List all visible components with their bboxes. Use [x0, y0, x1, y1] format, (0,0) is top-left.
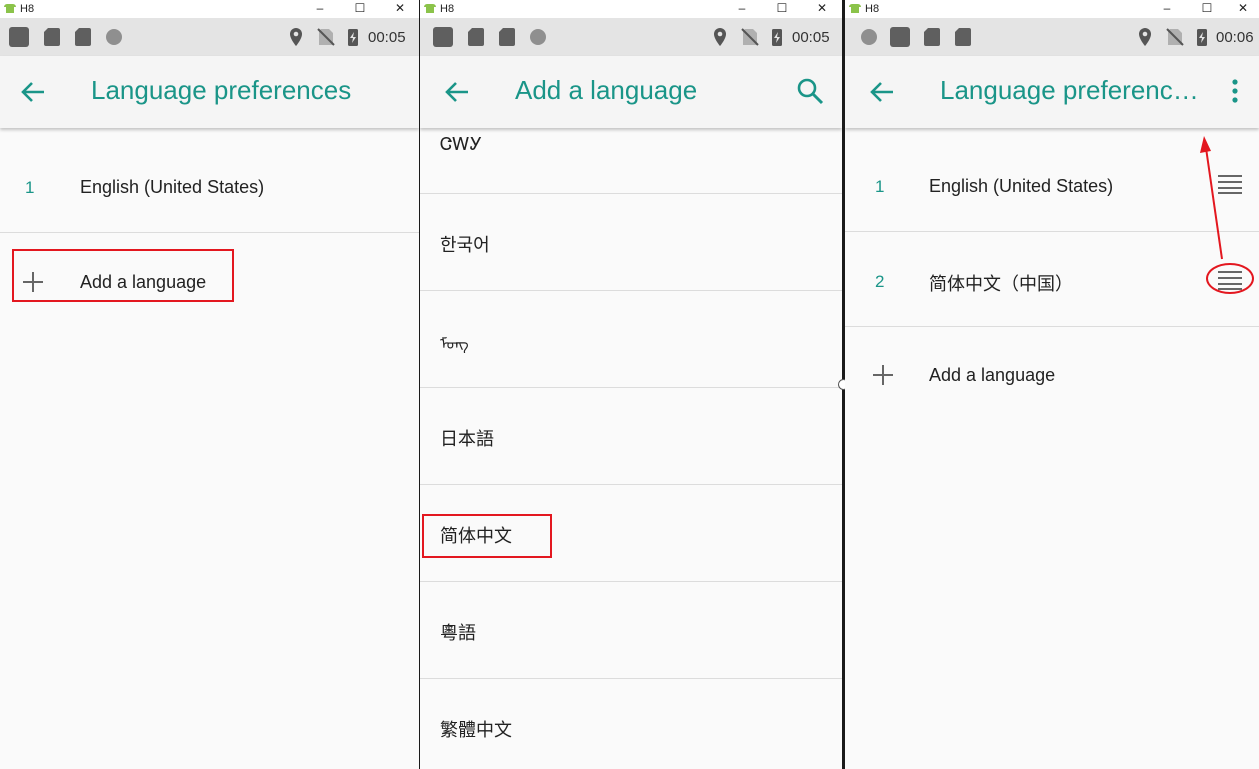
language-rank: 2 [875, 272, 885, 291]
screen-add-a-language: H8 – ☐ ✕ 00:05 Add a language ᏣᎳᎩ 한국어 ᠮᠣ… [420, 0, 842, 769]
language-option[interactable]: 粵語 [420, 582, 842, 678]
sd-card-icon [468, 28, 484, 46]
android-icon [4, 4, 16, 13]
circle-status-icon [530, 29, 546, 45]
screen-language-preferences: H8 – ☐ ✕ 00:05 Language preferences 1 En… [0, 0, 419, 769]
language-option[interactable]: 繁體中文 [420, 679, 842, 769]
sd-card-icon [499, 28, 515, 46]
no-sim-icon [317, 28, 335, 46]
android-icon [424, 4, 436, 13]
battery-charging-icon [772, 29, 782, 46]
maximize-button[interactable]: ☐ [1187, 0, 1227, 18]
window-titlebar: H8 – ☐ ✕ [0, 0, 419, 18]
language-rank: 1 [875, 177, 885, 196]
no-sim-icon [1166, 28, 1184, 46]
page-title: Language preferenc… [940, 75, 1199, 105]
notification-app-icon [433, 27, 453, 47]
page-title: Add a language [515, 75, 698, 105]
plus-icon [873, 365, 893, 385]
circle-status-icon [106, 29, 122, 45]
sd-card-icon [75, 28, 91, 46]
language-option-label: ᏣᎳᎩ [440, 134, 483, 154]
language-rank: 1 [25, 178, 35, 197]
battery-charging-icon [348, 29, 358, 46]
sd-card-icon [955, 28, 971, 46]
language-option-label: 日本語 [440, 429, 494, 449]
app-bar: Language preferenc… [845, 56, 1259, 128]
language-option[interactable]: 日本語 [420, 388, 842, 484]
back-arrow-icon[interactable] [444, 80, 470, 104]
notification-app-icon [9, 27, 29, 47]
language-option-label: ᠮᠣᠩ [440, 336, 469, 353]
location-icon [290, 28, 302, 46]
language-name: English (United States) [80, 177, 265, 197]
language-row[interactable]: 1 English (United States) [0, 128, 419, 233]
sd-card-icon [924, 28, 940, 46]
back-arrow-icon[interactable] [869, 80, 895, 104]
language-option-label: 한국어 [440, 235, 490, 255]
window-titlebar: H8 – ☐ ✕ [420, 0, 842, 18]
language-option[interactable]: ᏣᎳᎩ [420, 128, 842, 193]
sd-card-icon [44, 28, 60, 46]
page-title: Language preferences [91, 75, 352, 105]
circle-status-icon [861, 29, 877, 45]
highlight-box [422, 514, 552, 558]
status-time: 00:06 [1216, 29, 1254, 46]
close-button[interactable]: ✕ [380, 0, 419, 18]
window-title: H8 [865, 3, 880, 15]
close-button[interactable]: ✕ [1223, 0, 1259, 18]
location-icon [714, 28, 726, 46]
highlight-oval [1206, 263, 1254, 294]
language-row[interactable]: 2 简体中文（中国） [845, 232, 1259, 326]
status-time: 00:05 [368, 29, 406, 46]
language-name: English (United States) [929, 176, 1114, 196]
app-bar: Language preferences [0, 56, 419, 128]
language-row[interactable]: 1 English (United States) [845, 128, 1259, 232]
highlight-box [12, 249, 234, 302]
status-bar: 00:05 [0, 18, 419, 56]
language-name: 简体中文（中国） [929, 274, 1073, 294]
add-language-label: Add a language [929, 365, 1056, 385]
maximize-button[interactable]: ☐ [762, 0, 802, 18]
minimize-button[interactable]: – [1147, 0, 1187, 18]
search-icon[interactable] [796, 77, 824, 105]
status-bar: 00:06 [845, 18, 1259, 56]
language-option[interactable]: 한국어 [420, 194, 842, 290]
android-icon [849, 4, 861, 13]
more-vert-icon[interactable] [1225, 77, 1245, 105]
app-bar: Add a language [420, 56, 842, 128]
window-title: H8 [440, 3, 455, 15]
close-button[interactable]: ✕ [802, 0, 842, 18]
screen-language-preferences-updated: H8 – ☐ ✕ 00:06 Language preferenc… 1 Eng… [845, 0, 1259, 769]
minimize-button[interactable]: – [300, 0, 340, 18]
minimize-button[interactable]: – [722, 0, 762, 18]
add-language-row[interactable]: Add a language [845, 327, 1259, 423]
language-option[interactable]: ᠮᠣᠩ [420, 291, 842, 387]
status-bar: 00:05 [420, 18, 842, 56]
location-icon [1139, 28, 1151, 46]
maximize-button[interactable]: ☐ [340, 0, 380, 18]
drag-handle-icon[interactable] [1217, 174, 1243, 194]
window-title: H8 [20, 3, 35, 15]
language-option-label: 繁體中文 [440, 720, 512, 740]
battery-charging-icon [1197, 29, 1207, 46]
notification-app-icon [890, 27, 910, 47]
language-option-label: 粵語 [440, 623, 476, 643]
no-sim-icon [741, 28, 759, 46]
status-time: 00:05 [792, 29, 830, 46]
window-titlebar: H8 – ☐ ✕ [845, 0, 1259, 18]
back-arrow-icon[interactable] [20, 80, 46, 104]
